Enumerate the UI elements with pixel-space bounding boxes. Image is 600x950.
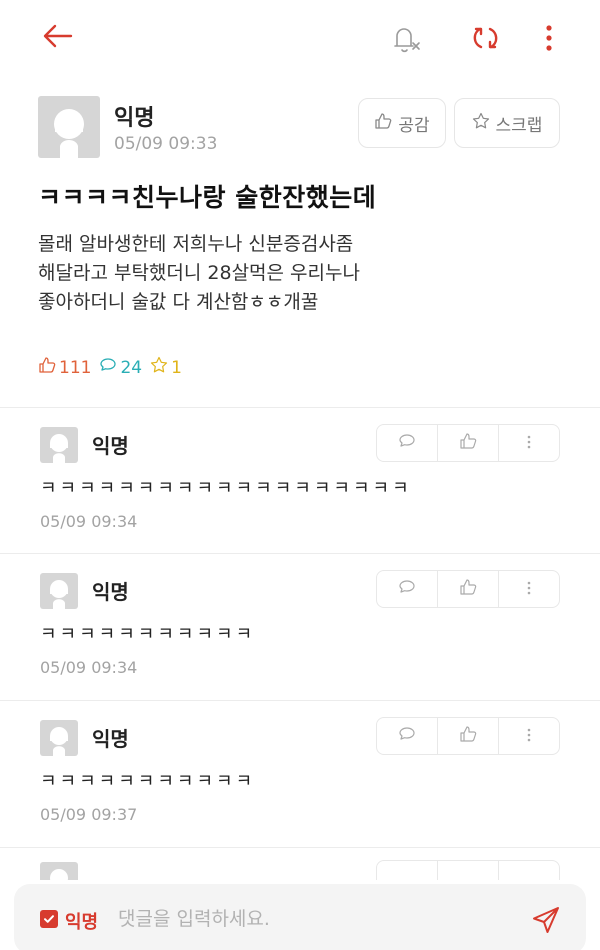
comment-actions bbox=[376, 717, 560, 755]
reply-button[interactable] bbox=[377, 425, 437, 461]
post-body: 몰래 알바생한테 저희누나 신분증검사좀 해달라고 부탁했더니 28살먹은 우리… bbox=[38, 230, 568, 317]
comment-more-button[interactable] bbox=[498, 861, 559, 880]
avatar bbox=[40, 720, 78, 756]
scrap-button[interactable]: 스크랩 bbox=[454, 98, 560, 148]
comment-text: ㅋㅋㅋㅋㅋㅋㅋㅋㅋㅋㅋ bbox=[40, 771, 256, 792]
comment-author: 익명 bbox=[92, 580, 129, 604]
comment-more-button[interactable] bbox=[498, 718, 559, 754]
chat-bubble-icon bbox=[398, 432, 416, 454]
thumbs-up-icon bbox=[374, 112, 392, 135]
comment-item: 익명 ㅋㅋㅋㅋㅋㅋㅋㅋㅋㅋㅋ 05/09 09:37 bbox=[0, 701, 600, 849]
more-vertical-icon bbox=[527, 580, 531, 599]
reply-button[interactable] bbox=[377, 718, 437, 754]
post-body-line: 해달라고 부탁했더니 28살먹은 우리누나 bbox=[38, 262, 360, 284]
thumbs-up-icon bbox=[459, 578, 477, 600]
bell-off-icon[interactable] bbox=[386, 18, 426, 58]
comment-more-button[interactable] bbox=[498, 425, 559, 461]
post-timestamp: 05/09 09:33 bbox=[114, 134, 218, 154]
anonymous-checkbox[interactable] bbox=[40, 910, 58, 928]
post-stats: 111 24 1 bbox=[38, 356, 182, 379]
chat-bubble-icon bbox=[99, 356, 117, 379]
avatar bbox=[40, 427, 78, 463]
comment-count: 24 bbox=[99, 356, 142, 379]
comment-timestamp: 05/09 09:37 bbox=[40, 805, 138, 824]
refresh-icon[interactable] bbox=[466, 18, 506, 58]
star-icon bbox=[150, 356, 168, 379]
chat-bubble-icon bbox=[398, 578, 416, 600]
comment-item: 익명 ㅋㅋㅋㅋㅋㅋㅋㅋㅋㅋㅋ 05/09 09:34 bbox=[0, 554, 600, 702]
comment-input[interactable] bbox=[118, 904, 518, 934]
check-icon bbox=[43, 910, 55, 929]
reply-button[interactable] bbox=[377, 571, 437, 607]
avatar bbox=[40, 862, 78, 880]
comment-count-value: 24 bbox=[120, 357, 143, 378]
post-title: ㅋㅋㅋㅋ친누나랑 술한잔했는데 bbox=[38, 183, 377, 212]
more-vertical-icon bbox=[527, 727, 531, 746]
chat-bubble-icon bbox=[398, 725, 416, 747]
comment-text: ㅋㅋㅋㅋㅋㅋㅋㅋㅋㅋㅋㅋㅋㅋㅋㅋㅋㅋㅋ bbox=[40, 478, 412, 499]
send-icon[interactable] bbox=[528, 902, 564, 938]
like-button[interactable]: 공감 bbox=[358, 98, 446, 148]
thumbs-up-icon bbox=[459, 432, 477, 454]
post-body-line: 몰래 알바생한테 저희누나 신분증검사좀 bbox=[38, 233, 354, 255]
thumbs-up-icon bbox=[38, 356, 56, 379]
like-count-value: 111 bbox=[59, 357, 92, 378]
scrap-button-label: 스크랩 bbox=[495, 115, 543, 136]
star-icon bbox=[472, 112, 490, 135]
comment-author: 익명 bbox=[92, 727, 129, 751]
thumbs-up-icon bbox=[459, 725, 477, 747]
like-button-label: 공감 bbox=[398, 115, 430, 136]
comment-actions bbox=[376, 424, 560, 462]
comment-timestamp: 05/09 09:34 bbox=[40, 658, 138, 677]
top-bar bbox=[0, 0, 600, 76]
comment-text: ㅋㅋㅋㅋㅋㅋㅋㅋㅋㅋㅋ bbox=[40, 624, 256, 645]
comment-item-partial bbox=[0, 848, 600, 880]
comment-like-button[interactable] bbox=[437, 718, 498, 754]
scrap-count-value: 1 bbox=[171, 357, 182, 378]
comment-timestamp: 05/09 09:34 bbox=[40, 512, 138, 531]
comment-item: 익명 ㅋㅋㅋㅋㅋㅋㅋㅋㅋㅋㅋㅋㅋㅋㅋㅋㅋㅋㅋ 05/09 09:34 bbox=[0, 408, 600, 556]
anonymous-label[interactable]: 익명 bbox=[65, 908, 98, 934]
post-author: 익명 bbox=[114, 106, 155, 131]
comment-like-button[interactable] bbox=[437, 425, 498, 461]
arrow-left-icon[interactable] bbox=[38, 18, 78, 54]
like-count: 111 bbox=[38, 356, 91, 379]
comment-actions bbox=[376, 570, 560, 608]
reply-button[interactable] bbox=[377, 861, 437, 880]
comment-composer: 익명 bbox=[14, 884, 586, 950]
comment-more-button[interactable] bbox=[498, 571, 559, 607]
comment-like-button[interactable] bbox=[437, 861, 498, 880]
scrap-count: 1 bbox=[150, 356, 182, 379]
more-vertical-icon bbox=[527, 434, 531, 453]
avatar bbox=[40, 573, 78, 609]
post-body-line: 좋아하더니 술값 다 계산함ㅎㅎ개꿀 bbox=[38, 291, 319, 313]
comment-like-button[interactable] bbox=[437, 571, 498, 607]
comment-actions bbox=[376, 860, 560, 880]
comment-author: 익명 bbox=[92, 434, 129, 458]
avatar bbox=[38, 96, 100, 158]
more-vertical-icon[interactable] bbox=[534, 18, 564, 58]
